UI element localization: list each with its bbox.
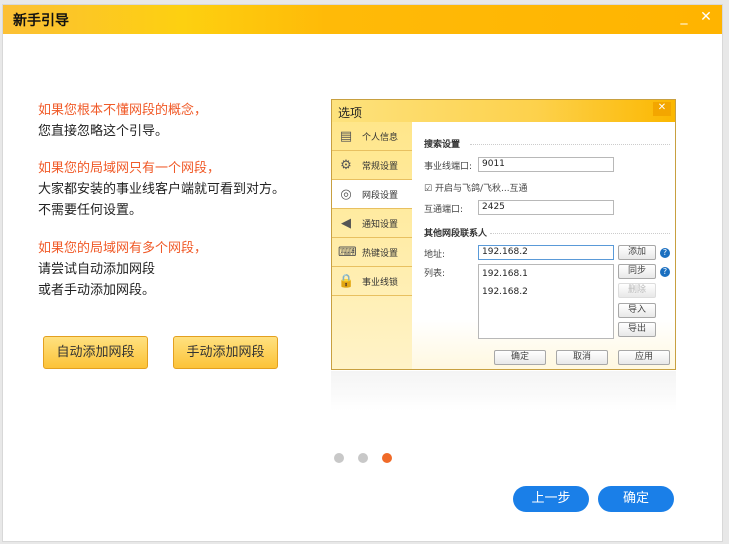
options-sidebar: ▤ 个人信息 ⚙ 常规设置 ◎ 网段设置 ◀ 通知设置 ⌨ 热键设置 🔒 事业线锁 (332, 122, 412, 369)
guide-heading: 如果您的局域网有多个网段， (38, 241, 208, 256)
sidebar-item-notify: ◀ 通知设置 (332, 209, 412, 238)
window-title: 新手引导 (13, 13, 69, 29)
ok-button[interactable]: 确定 (598, 486, 674, 512)
dialog-reflection (331, 371, 676, 411)
guide-heading: 如果您的局域网只有一个网段， (38, 161, 221, 176)
port-input: 9011 (478, 157, 614, 172)
auto-add-button[interactable]: 自动添加网段 (43, 336, 148, 369)
guide-text: 不需要任何设置。 (38, 203, 143, 218)
title-bar: 新手引导 _ ✕ (3, 5, 722, 34)
minimize-button[interactable]: _ (674, 9, 694, 25)
sidebar-item-network: ◎ 网段设置 (332, 180, 412, 209)
options-apply-button: 应用 (618, 350, 670, 365)
add-button: 添加 (618, 245, 656, 260)
gear-icon: ⚙ (340, 157, 352, 173)
sync-button: 同步 (618, 264, 656, 279)
divider (490, 233, 670, 234)
address-list: 192.168.1 192.168.2 (478, 264, 614, 339)
sidebar-label: 热键设置 (362, 248, 399, 259)
guide-text: 请尝试自动添加网段 (38, 262, 156, 277)
options-title: 选项 (338, 106, 363, 120)
help-icon: ? (660, 267, 670, 277)
guide-heading: 如果您根本不懂网段的概念， (38, 103, 208, 118)
address-input: 192.168.2 (478, 245, 614, 260)
interop-label: 开启与飞鸽/飞秋...互通 (434, 184, 528, 194)
options-content: 搜索设置 事业线端口: 9011 ☑ 开启与飞鸽/飞秋...互通 互通端口: 2… (412, 122, 675, 369)
sidebar-label: 通知设置 (362, 219, 399, 230)
options-ok-button: 确定 (494, 350, 546, 365)
guide-paragraph-2: 如果您的局域网只有一个网段， 大家都安装的事业线客户端就可看到对方。 不需要任何… (38, 158, 285, 221)
port-label: 事业线端口: (424, 162, 473, 172)
guide-text: 或者手动添加网段。 (38, 283, 156, 298)
sidebar-label: 个人信息 (362, 132, 399, 143)
interop-port-label: 互通端口: (424, 205, 464, 215)
guide-text: 大家都安装的事业线客户端就可看到对方。 (38, 182, 286, 197)
list-item: 192.168.1 (482, 269, 528, 279)
globe-icon: ◎ (340, 186, 352, 202)
options-cancel-button: 取消 (556, 350, 608, 365)
import-button: 导入 (618, 303, 656, 318)
list-item: 192.168.2 (482, 287, 528, 297)
guide-paragraph-1: 如果您根本不懂网段的概念， 您直接忽略这个引导。 (38, 100, 207, 142)
keyboard-icon: ⌨ (338, 244, 357, 260)
sidebar-item-profile: ▤ 个人信息 (332, 122, 412, 151)
guide-text: 您直接忽略这个引导。 (38, 124, 169, 139)
id-card-icon: ▤ (339, 128, 353, 144)
other-section-title: 其他网段联系人 (424, 229, 488, 239)
sidebar-label: 事业线锁 (362, 277, 399, 288)
lock-icon: 🔒 (338, 273, 355, 289)
pager-dot-1[interactable] (334, 453, 344, 463)
sidebar-item-general: ⚙ 常规设置 (332, 151, 412, 180)
guide-paragraph-3: 如果您的局域网有多个网段， 请尝试自动添加网段 或者手动添加网段。 (38, 238, 207, 301)
options-close-icon: ✕ (653, 102, 671, 116)
interop-checkbox: ☑ 开启与飞鸽/飞秋...互通 (424, 184, 528, 194)
sidebar-label: 常规设置 (362, 161, 399, 172)
search-section-title: 搜索设置 (424, 140, 461, 150)
list-label: 列表: (424, 269, 446, 279)
interop-port-input: 2425 (478, 200, 614, 215)
pager-dot-2[interactable] (358, 453, 368, 463)
prev-button[interactable]: 上一步 (513, 486, 589, 512)
help-icon: ? (660, 248, 670, 258)
divider (470, 144, 670, 145)
sidebar-label: 网段设置 (362, 190, 399, 201)
manual-add-button[interactable]: 手动添加网段 (173, 336, 278, 369)
export-button: 导出 (618, 322, 656, 337)
close-button[interactable]: ✕ (696, 9, 716, 25)
options-dialog-screenshot: 选项 ✕ ▤ 个人信息 ⚙ 常规设置 ◎ 网段设置 ◀ 通知设置 ⌨ 热键设置 🔒 事业线锁… (331, 99, 676, 370)
sidebar-item-hotkey: ⌨ 热键设置 (332, 238, 412, 267)
pager-dot-3-active[interactable] (382, 453, 392, 463)
options-title-bar: 选项 ✕ (332, 100, 675, 122)
speaker-icon: ◀ (341, 215, 351, 231)
address-label: 地址: (424, 250, 446, 260)
sidebar-item-lock: 🔒 事业线锁 (332, 267, 412, 296)
delete-button: 删除 (618, 283, 656, 298)
